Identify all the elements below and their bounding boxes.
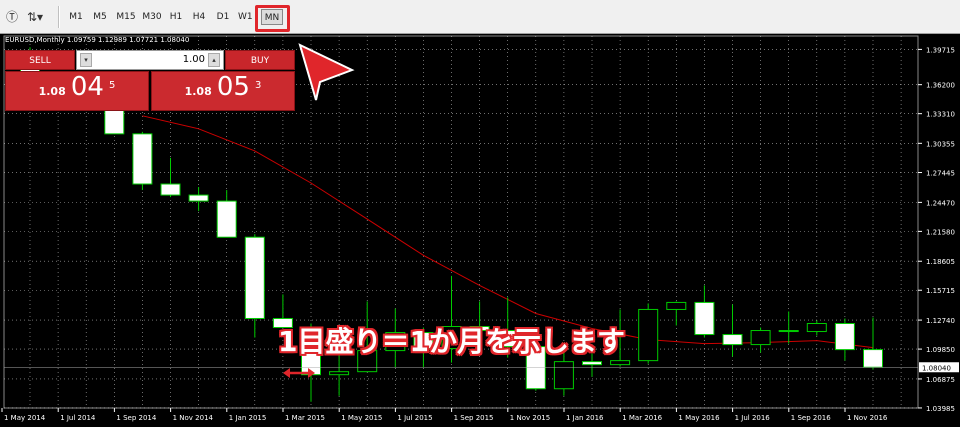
x-tick-label: 1 Mar 2016 (622, 414, 662, 422)
x-tick-label: 1 May 2015 (341, 414, 382, 422)
candle-body (638, 308, 659, 362)
x-tick-label: 1 Jul 2015 (397, 414, 432, 422)
sell-button[interactable]: SELL (5, 50, 75, 70)
y-tick-label: 1.30355 (926, 140, 955, 148)
x-tick-label: 1 Nov 2015 (510, 414, 550, 422)
pointer-arrow-icon (298, 43, 355, 101)
bid-label: 1.08040 (922, 364, 951, 372)
tf-m5-button[interactable]: M5 (90, 9, 110, 25)
candle-body (694, 301, 715, 336)
x-tick-label: 1 Sep 2014 (116, 414, 156, 422)
candle-body (834, 323, 855, 351)
sell-price-box[interactable]: 1.08 04 5 (5, 71, 149, 111)
buy-price-big: 05 (216, 72, 250, 102)
x-tick-label: 1 Nov 2016 (847, 414, 888, 422)
x-tick-label: 1 Mar 2015 (285, 414, 325, 422)
one-click-trade-panel: SELL ▾ 1.00 ▴ BUY 1.08 04 5 1.08 05 3 (5, 50, 295, 111)
candle-body (778, 330, 799, 333)
buy-price-box[interactable]: 1.08 05 3 (151, 71, 295, 111)
mn-highlight-box (255, 5, 290, 32)
candle-body (216, 200, 237, 238)
y-tick-label: 1.06875 (926, 376, 955, 384)
candle-body (104, 107, 125, 135)
candle-body (132, 133, 153, 185)
y-tick-label: 1.09850 (926, 346, 955, 354)
candle-body (244, 236, 265, 319)
x-tick-label: 1 May 2014 (4, 414, 46, 422)
x-tick-label: 1 Jul 2016 (735, 414, 771, 422)
candle-body (610, 360, 631, 366)
lot-value: 1.00 (182, 54, 205, 65)
candle-body (329, 371, 350, 376)
y-tick-label: 1.21580 (926, 228, 955, 236)
tf-d1-button[interactable]: D1 (214, 9, 232, 25)
tf-h4-button[interactable]: H4 (190, 9, 208, 25)
sell-price-prefix: 1.08 (38, 85, 66, 98)
x-tick-label: 1 Nov 2014 (173, 414, 214, 422)
y-tick-label: 1.03985 (926, 405, 955, 413)
y-tick-label: 1.39715 (926, 46, 955, 54)
tf-m15-button[interactable]: M15 (114, 9, 138, 25)
object-tools-icon[interactable]: ⇅▾ (27, 9, 43, 25)
sell-price-pip: 5 (109, 80, 116, 91)
candle-body (553, 361, 574, 390)
time-axis: 1 May 2014 1 Jul 2014 1 Sep 2014 1 Nov 2014… (1, 408, 888, 422)
y-tick-label: 1.12740 (926, 317, 955, 325)
annotation-label: 1目盛り＝1か月を示します (278, 325, 625, 358)
buy-price-pip: 3 (255, 80, 262, 91)
buy-button[interactable]: BUY (225, 50, 295, 70)
sell-price-big: 04 (70, 72, 104, 102)
y-tick-label: 1.27445 (926, 170, 955, 178)
lot-size-field[interactable]: ▾ 1.00 ▴ (76, 50, 224, 70)
candle-body (160, 183, 181, 196)
lot-decrease-icon[interactable]: ▾ (80, 53, 92, 67)
text-tool-icon[interactable]: Ⓣ (4, 9, 20, 25)
tf-m1-button[interactable]: M1 (66, 9, 86, 25)
y-tick-label: 1.33310 (926, 111, 955, 119)
x-tick-label: 1 Jan 2015 (229, 414, 267, 422)
lot-increase-icon[interactable]: ▴ (208, 53, 220, 67)
x-tick-label: 1 Jan 2016 (566, 414, 604, 422)
symbol-title: EURUSD,Monthly 1.09759 1.12989 1.07721 1… (5, 36, 190, 44)
candle-body (188, 194, 209, 202)
y-tick-label: 1.24470 (926, 199, 955, 207)
tf-h1-button[interactable]: H1 (167, 9, 185, 25)
x-tick-label: 1 Sep 2016 (791, 414, 831, 422)
candle-body (722, 334, 743, 346)
candle-body (582, 361, 602, 366)
candle-body (806, 323, 827, 333)
x-tick-label: 1 Jul 2014 (60, 414, 96, 422)
toolbar: Ⓣ ⇅▾ M1 M5 M15 M30 H1 H4 D1 W1 MN (0, 0, 960, 34)
y-tick-label: 1.18605 (926, 258, 955, 266)
x-tick-label: 1 May 2016 (678, 414, 720, 422)
tf-m30-button[interactable]: M30 (140, 9, 164, 25)
tf-w1-button[interactable]: W1 (238, 9, 252, 25)
y-tick-label: 1.36200 (926, 82, 955, 90)
x-tick-label: 1 Sep 2015 (454, 414, 494, 422)
toolbar-separator (58, 6, 60, 28)
buy-price-prefix: 1.08 (184, 85, 212, 98)
candle-body (863, 349, 883, 368)
candle-body (666, 301, 687, 310)
candle-body (750, 330, 771, 346)
y-tick-label: 1.15715 (926, 287, 955, 295)
